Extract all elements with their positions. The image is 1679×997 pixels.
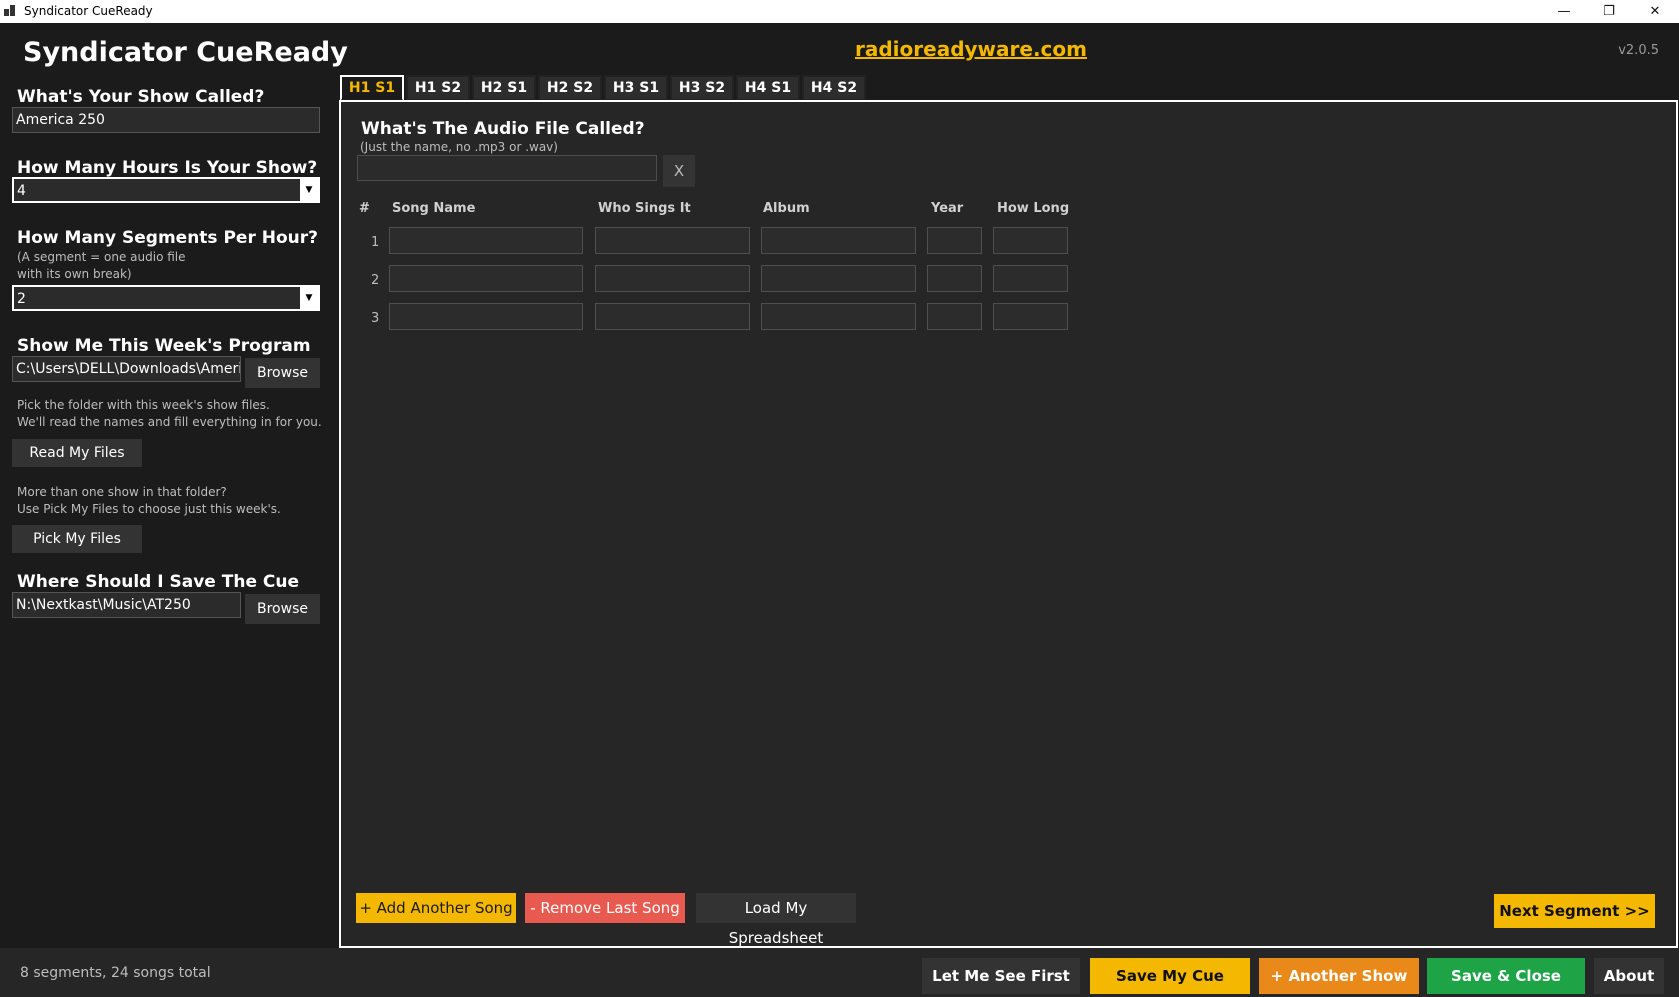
another-show-button[interactable]: + Another Show [1259, 958, 1419, 994]
col-header-artist: Who Sings It [598, 201, 691, 216]
show-name-label: What's Your Show Called? [17, 87, 265, 107]
save-location-path[interactable]: N:\Nextkast\Music\AT250 [12, 592, 241, 618]
length-input[interactable] [993, 265, 1068, 292]
browse-save-button[interactable]: Browse [245, 594, 320, 624]
audio-file-title: What's The Audio File Called? [361, 119, 645, 139]
tab-h1-s1[interactable]: H1 S1 [340, 75, 404, 101]
next-segment-button[interactable]: Next Segment >> [1494, 894, 1655, 928]
tab-h4-s1[interactable]: H4 S1 [736, 75, 800, 101]
year-input[interactable] [927, 227, 982, 254]
preview-button[interactable]: Let Me See First [922, 958, 1080, 994]
audio-file-hint: (Just the name, no .mp3 or .wav) [360, 140, 558, 154]
artist-input[interactable] [595, 227, 750, 254]
add-song-button[interactable]: + Add Another Song [356, 893, 516, 923]
read-files-help-line2: We'll read the names and fill everything… [17, 415, 322, 429]
maximize-icon[interactable]: ❐ [1586, 0, 1632, 23]
app-icon [4, 5, 16, 17]
version-label: v2.0.5 [1618, 43, 1659, 58]
year-input[interactable] [927, 265, 982, 292]
segments-hint-line1: (A segment = one audio file [17, 250, 186, 264]
tab-h4-s2[interactable]: H4 S2 [802, 75, 866, 101]
segments-select[interactable]: 2 ▼ [12, 285, 320, 311]
browse-program-button[interactable]: Browse [245, 358, 320, 388]
window-title: Syndicator CueReady [24, 4, 153, 18]
status-summary: 8 segments, 24 songs total [20, 965, 211, 981]
row-number: 1 [371, 235, 380, 250]
length-input[interactable] [993, 227, 1068, 254]
tab-h2-s2[interactable]: H2 S2 [538, 75, 602, 101]
app-header: Syndicator CueReady radioreadyware.com v… [0, 23, 1679, 73]
footer-bar: 8 segments, 24 songs total Let Me See Fi… [0, 948, 1679, 997]
close-icon[interactable]: ✕ [1632, 0, 1678, 23]
sidebar: What's Your Show Called? America 250 How… [0, 73, 338, 948]
read-files-button[interactable]: Read My Files [12, 439, 142, 467]
artist-input[interactable] [595, 303, 750, 330]
album-input[interactable] [761, 303, 916, 330]
tab-h3-s1[interactable]: H3 S1 [604, 75, 668, 101]
audio-file-input[interactable] [357, 155, 657, 181]
segments-hint-line2: with its own break) [17, 267, 132, 281]
col-header-year: Year [931, 201, 964, 216]
album-input[interactable] [761, 265, 916, 292]
year-input[interactable] [927, 303, 982, 330]
song-name-input[interactable] [389, 303, 583, 330]
row-number: 2 [371, 273, 380, 288]
col-header-length: How Long [997, 201, 1070, 216]
segments-select-value: 2 [17, 291, 26, 307]
song-name-input[interactable] [389, 227, 583, 254]
chevron-down-icon[interactable]: ▼ [300, 179, 318, 201]
col-header-album: Album [763, 201, 810, 216]
clear-audio-button[interactable]: X [663, 155, 695, 187]
tab-h3-s2[interactable]: H3 S2 [670, 75, 734, 101]
row-number: 3 [371, 311, 380, 326]
chevron-down-icon[interactable]: ▼ [300, 287, 318, 309]
read-files-help-line1: Pick the folder with this week's show fi… [17, 398, 270, 412]
show-name-input[interactable]: America 250 [12, 107, 320, 133]
load-spreadsheet-button[interactable]: Load My Spreadsheet [696, 893, 856, 947]
segment-panel: What's The Audio File Called? (Just the … [339, 100, 1678, 948]
program-files-path[interactable]: C:\Users\DELL\Downloads\Americ [12, 356, 241, 382]
pick-files-button[interactable]: Pick My Files [12, 525, 142, 553]
hours-select-value: 4 [17, 183, 26, 199]
length-input[interactable] [993, 303, 1068, 330]
hours-select[interactable]: 4 ▼ [12, 177, 320, 203]
col-header-song: Song Name [392, 201, 476, 216]
about-button[interactable]: About [1594, 958, 1664, 994]
save-cue-sheets-button[interactable]: Save My Cue Sheets [1090, 958, 1250, 994]
pick-files-help-line2: Use Pick My Files to choose just this we… [17, 502, 281, 516]
segments-label: How Many Segments Per Hour? [17, 228, 319, 248]
save-close-button[interactable]: Save & Close [1427, 958, 1585, 994]
minimize-icon[interactable]: — [1541, 0, 1587, 23]
tab-h1-s2[interactable]: H1 S2 [406, 75, 470, 101]
pick-files-help-line1: More than one show in that folder? [17, 485, 227, 499]
window-titlebar: Syndicator CueReady — ❐ ✕ [0, 0, 1679, 23]
remove-song-button[interactable]: - Remove Last Song [525, 893, 685, 923]
website-link[interactable]: radioreadyware.com [855, 37, 1087, 61]
app-title: Syndicator CueReady [23, 37, 348, 68]
hours-label: How Many Hours Is Your Show? [17, 158, 318, 178]
artist-input[interactable] [595, 265, 750, 292]
col-header-number: # [359, 201, 370, 216]
tab-h2-s1[interactable]: H2 S1 [472, 75, 536, 101]
song-name-input[interactable] [389, 265, 583, 292]
album-input[interactable] [761, 227, 916, 254]
